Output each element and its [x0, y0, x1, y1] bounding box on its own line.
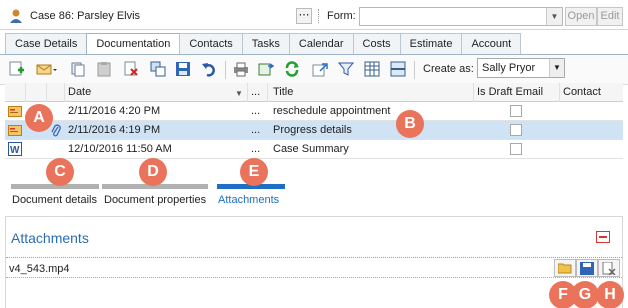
- filter-icon[interactable]: [338, 61, 354, 77]
- collapse-panel-icon[interactable]: [596, 231, 610, 243]
- header-title[interactable]: Title: [270, 83, 474, 102]
- draft-email-checkbox[interactable]: [510, 143, 522, 155]
- folder-open-icon: [558, 263, 572, 274]
- section-tab-attachments[interactable]: Attachments: [218, 194, 279, 206]
- form-select[interactable]: ▼: [359, 7, 563, 26]
- person-icon: [10, 9, 22, 23]
- save-icon: [580, 262, 594, 275]
- case-more-button[interactable]: ⋯: [296, 8, 312, 24]
- remove-attachment-button[interactable]: [598, 259, 620, 277]
- tab-contacts[interactable]: Contacts: [179, 33, 243, 54]
- svg-text:W: W: [10, 145, 20, 156]
- word-document-icon: W: [8, 142, 22, 156]
- toolbar-separator: [225, 61, 226, 79]
- section-tab-document-details[interactable]: Document details: [12, 194, 97, 206]
- refresh-icon[interactable]: [284, 61, 300, 77]
- case-header-bar: Case 86: Parsley Elvis ⋯ Form: ▼ Open Ed…: [0, 0, 628, 30]
- row-title: Case Summary: [273, 143, 349, 155]
- tab-account[interactable]: Account: [461, 33, 522, 54]
- undo-icon[interactable]: [201, 61, 217, 77]
- create-as-value: Sally Pryor: [482, 62, 536, 74]
- callout-marker-a: A: [25, 104, 53, 132]
- row-date: 2/11/2016 4:20 PM: [68, 105, 161, 117]
- row-title: Progress details: [273, 124, 352, 136]
- row-dots[interactable]: ...: [248, 121, 268, 140]
- remove-file-icon: [602, 262, 616, 275]
- split-view-icon[interactable]: [390, 61, 406, 77]
- edit-button[interactable]: Edit: [597, 7, 623, 26]
- save-attachment-button[interactable]: [576, 259, 598, 277]
- email-icon: [8, 125, 22, 136]
- tab-costs[interactable]: Costs: [352, 33, 401, 54]
- row-date: 2/11/2016 4:19 PM: [68, 124, 161, 136]
- tab-strip: Case Details Documentation Contacts Task…: [5, 33, 522, 55]
- tab-calendar[interactable]: Calendar: [288, 33, 354, 54]
- row-title: reschedule appointment: [273, 105, 391, 117]
- create-as-label: Create as:: [423, 63, 474, 75]
- add-document-icon[interactable]: [9, 61, 25, 77]
- delete-document-icon[interactable]: [123, 61, 139, 77]
- toolbar-separator: [414, 61, 415, 79]
- table-row[interactable]: 2/11/2016 4:20 PM ... reschedule appoint…: [5, 102, 623, 121]
- callout-marker-h: H: [596, 281, 624, 308]
- open-button[interactable]: Open: [565, 7, 597, 26]
- callout-marker-g: G: [571, 281, 599, 308]
- draft-email-checkbox[interactable]: [510, 124, 522, 136]
- attachments-title: Attachments: [11, 230, 89, 246]
- section-tab-document-properties[interactable]: Document properties: [104, 194, 206, 206]
- tab-documentation[interactable]: Documentation: [86, 33, 181, 55]
- attachment-file-name[interactable]: v4_543.mp4: [9, 263, 70, 275]
- chevron-down-icon: ▼: [546, 8, 562, 25]
- form-label: Form:: [327, 10, 356, 22]
- grid-header-row: Date ▼ ... Title Is Draft Email Contact: [5, 83, 623, 102]
- row-dots[interactable]: ...: [248, 102, 268, 121]
- callout-marker-d: D: [139, 158, 167, 186]
- open-folder-button[interactable]: [554, 259, 576, 277]
- case-title: Case 86: Parsley Elvis: [30, 10, 141, 22]
- upload-icon[interactable]: [312, 61, 328, 77]
- row-date: 12/10/2016 11:50 AM: [68, 143, 172, 155]
- header-separator: [318, 9, 320, 23]
- attachments-bottom-divider: [6, 277, 622, 278]
- header-attachment-column[interactable]: [26, 83, 47, 102]
- columns-grid-icon[interactable]: [364, 61, 380, 77]
- header-is-draft-email[interactable]: Is Draft Email: [474, 83, 560, 102]
- table-row[interactable]: W 12/10/2016 11:50 AM ... Case Summary: [5, 140, 623, 159]
- save-icon[interactable]: [175, 61, 191, 77]
- email-dropdown-icon[interactable]: [36, 61, 58, 77]
- header-type-column[interactable]: [5, 83, 26, 102]
- tab-estimate[interactable]: Estimate: [399, 33, 463, 54]
- callout-marker-e: E: [240, 158, 268, 186]
- draft-email-checkbox[interactable]: [510, 105, 522, 117]
- attachments-panel: [5, 216, 623, 308]
- callout-marker-c: C: [46, 158, 74, 186]
- tab-case-details[interactable]: Case Details: [5, 33, 88, 54]
- header-flag-column[interactable]: [47, 83, 65, 102]
- callout-marker-b: B: [396, 110, 424, 138]
- table-row[interactable]: 2/11/2016 4:19 PM ... Progress details: [5, 121, 623, 140]
- sort-descending-icon: ▼: [235, 89, 243, 98]
- attachment-actions: [554, 259, 624, 277]
- duplicate-icon[interactable]: [150, 61, 166, 77]
- row-dots[interactable]: ...: [248, 140, 268, 159]
- tab-tasks[interactable]: Tasks: [241, 33, 290, 54]
- header-dots[interactable]: ...: [248, 83, 268, 102]
- email-icon: [8, 106, 22, 117]
- header-date[interactable]: Date: [65, 83, 248, 102]
- chevron-down-icon: ▼: [549, 59, 564, 77]
- export-spreadsheet-icon[interactable]: [258, 61, 274, 77]
- attachments-divider: [6, 257, 622, 258]
- header-contact[interactable]: Contact: [560, 83, 623, 102]
- paperclip-icon: [51, 124, 61, 137]
- paste-document-icon[interactable]: [96, 61, 112, 77]
- create-as-select[interactable]: Sally Pryor ▼: [477, 58, 565, 78]
- print-icon[interactable]: [233, 61, 249, 77]
- copy-document-icon[interactable]: [70, 61, 86, 77]
